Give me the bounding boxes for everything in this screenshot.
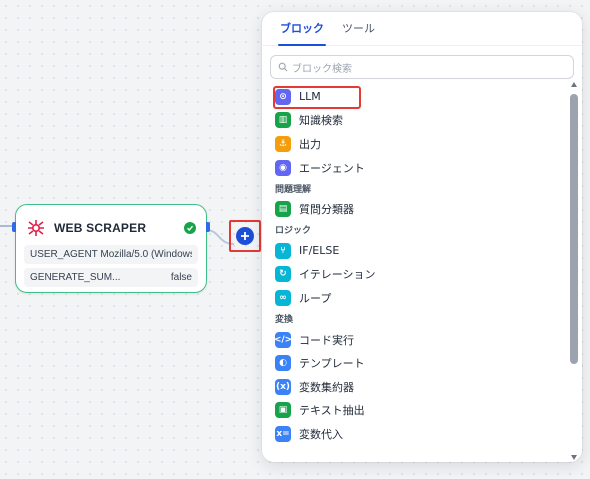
node-param-row: USER_AGENT Mozilla/5.0 (Windows ... [24, 245, 198, 264]
block-item-loop[interactable]: ↻ イテレーション [268, 263, 568, 287]
block-item-infinity[interactable]: ∞ ループ [268, 286, 568, 310]
node-header: WEB SCRAPER [16, 205, 206, 241]
block-list: ⊙ LLM ▥ 知識検索 ⚓ 出力 ◉ エージェント問題理解 ▤ 質問分類器ロジック ⑂ IF/ELS… [262, 85, 582, 446]
block-item-book[interactable]: ▥ 知識検索 [268, 109, 568, 133]
group-label: ロジック [275, 226, 312, 237]
infinity-icon: ∞ [275, 289, 291, 306]
block-item-branch[interactable]: ⑂ IF/ELSE [268, 239, 568, 263]
block-item-variable[interactable]: (x) 変数集約器 [268, 375, 568, 399]
block-item-llm[interactable]: ⊙ LLM [268, 85, 568, 109]
node-title: WEB SCRAPER [54, 221, 147, 235]
block-item-assign[interactable]: x= 変数代入 [268, 422, 568, 446]
add-block-button[interactable] [236, 227, 254, 245]
block-item-label: 質問分類器 [299, 203, 354, 217]
block-item-extract[interactable]: ▣ テキスト抽出 [268, 399, 568, 423]
search-placeholder: ブロック検索 [292, 63, 352, 75]
book-icon: ▥ [275, 112, 291, 129]
group-label: 問題理解 [275, 184, 312, 195]
node-output-handle[interactable] [206, 222, 210, 232]
scroll-thumb[interactable] [570, 94, 578, 364]
block-item-label: エージェント [299, 161, 365, 175]
node-param-row: GENERATE_SUM... false [24, 268, 198, 287]
block-item-label: テキスト抽出 [299, 404, 365, 418]
block-item-anchor[interactable]: ⚓ 出力 [268, 132, 568, 156]
block-item-label: 出力 [299, 137, 321, 151]
scroll-up-icon[interactable] [571, 82, 577, 87]
template-icon: ◐ [275, 355, 291, 372]
anchor-icon: ⚓ [275, 135, 291, 152]
scroll-down-icon[interactable] [571, 455, 577, 460]
block-item-code[interactable]: </> コード実行 [268, 328, 568, 352]
block-item-label: コード実行 [299, 333, 354, 347]
assign-icon: x= [275, 425, 291, 442]
block-item-label: 知識検索 [299, 114, 343, 128]
block-item-classifier[interactable]: ▤ 質問分類器 [268, 197, 568, 221]
panel-tabs: ブロック ツール [262, 12, 582, 46]
block-item-label: テンプレート [299, 357, 365, 371]
classifier-icon: ▤ [275, 201, 291, 218]
tab-tools[interactable]: ツール [336, 20, 381, 45]
block-item-label: LLM [299, 90, 321, 104]
web-scraper-node[interactable]: WEB SCRAPER USER_AGENT Mozilla/5.0 (Wind… [12, 204, 210, 293]
block-item-template[interactable]: ◐ テンプレート [268, 351, 568, 375]
search-icon [278, 62, 288, 72]
agent-icon: ◉ [275, 159, 291, 176]
plus-icon [241, 232, 249, 240]
tab-blocks[interactable]: ブロック [274, 20, 330, 46]
block-search-input[interactable]: ブロック検索 [270, 55, 574, 79]
block-item-label: ループ [299, 291, 332, 305]
block-item-label: イテレーション [299, 268, 376, 282]
param-key: GENERATE_SUM... [30, 272, 121, 283]
group-label: 変換 [275, 315, 294, 326]
loop-icon: ↻ [275, 266, 291, 283]
llm-icon: ⊙ [275, 88, 291, 105]
block-item-agent[interactable]: ◉ エージェント [268, 156, 568, 180]
param-key: USER_AGENT Mozilla/5.0 (Windows ... [30, 249, 192, 260]
success-check-icon [184, 222, 196, 234]
block-item-label: 変数集約器 [299, 380, 354, 394]
block-item-label: 変数代入 [299, 427, 343, 441]
node-input-handle[interactable] [12, 222, 16, 232]
param-value: false [170, 272, 192, 283]
block-item-label: IF/ELSE [299, 244, 340, 258]
extract-icon: ▣ [275, 402, 291, 419]
branch-icon: ⑂ [275, 242, 291, 259]
scrollbar[interactable] [570, 82, 578, 460]
variable-icon: (x) [275, 378, 291, 395]
web-scraper-icon [26, 218, 46, 238]
block-selector-panel: ブロック ツール ブロック検索 ⊙ LLM ▥ 知識検索 ⚓ 出力 ◉ エージェント問題理解 ▤… [262, 12, 582, 462]
code-icon: </> [274, 331, 292, 348]
